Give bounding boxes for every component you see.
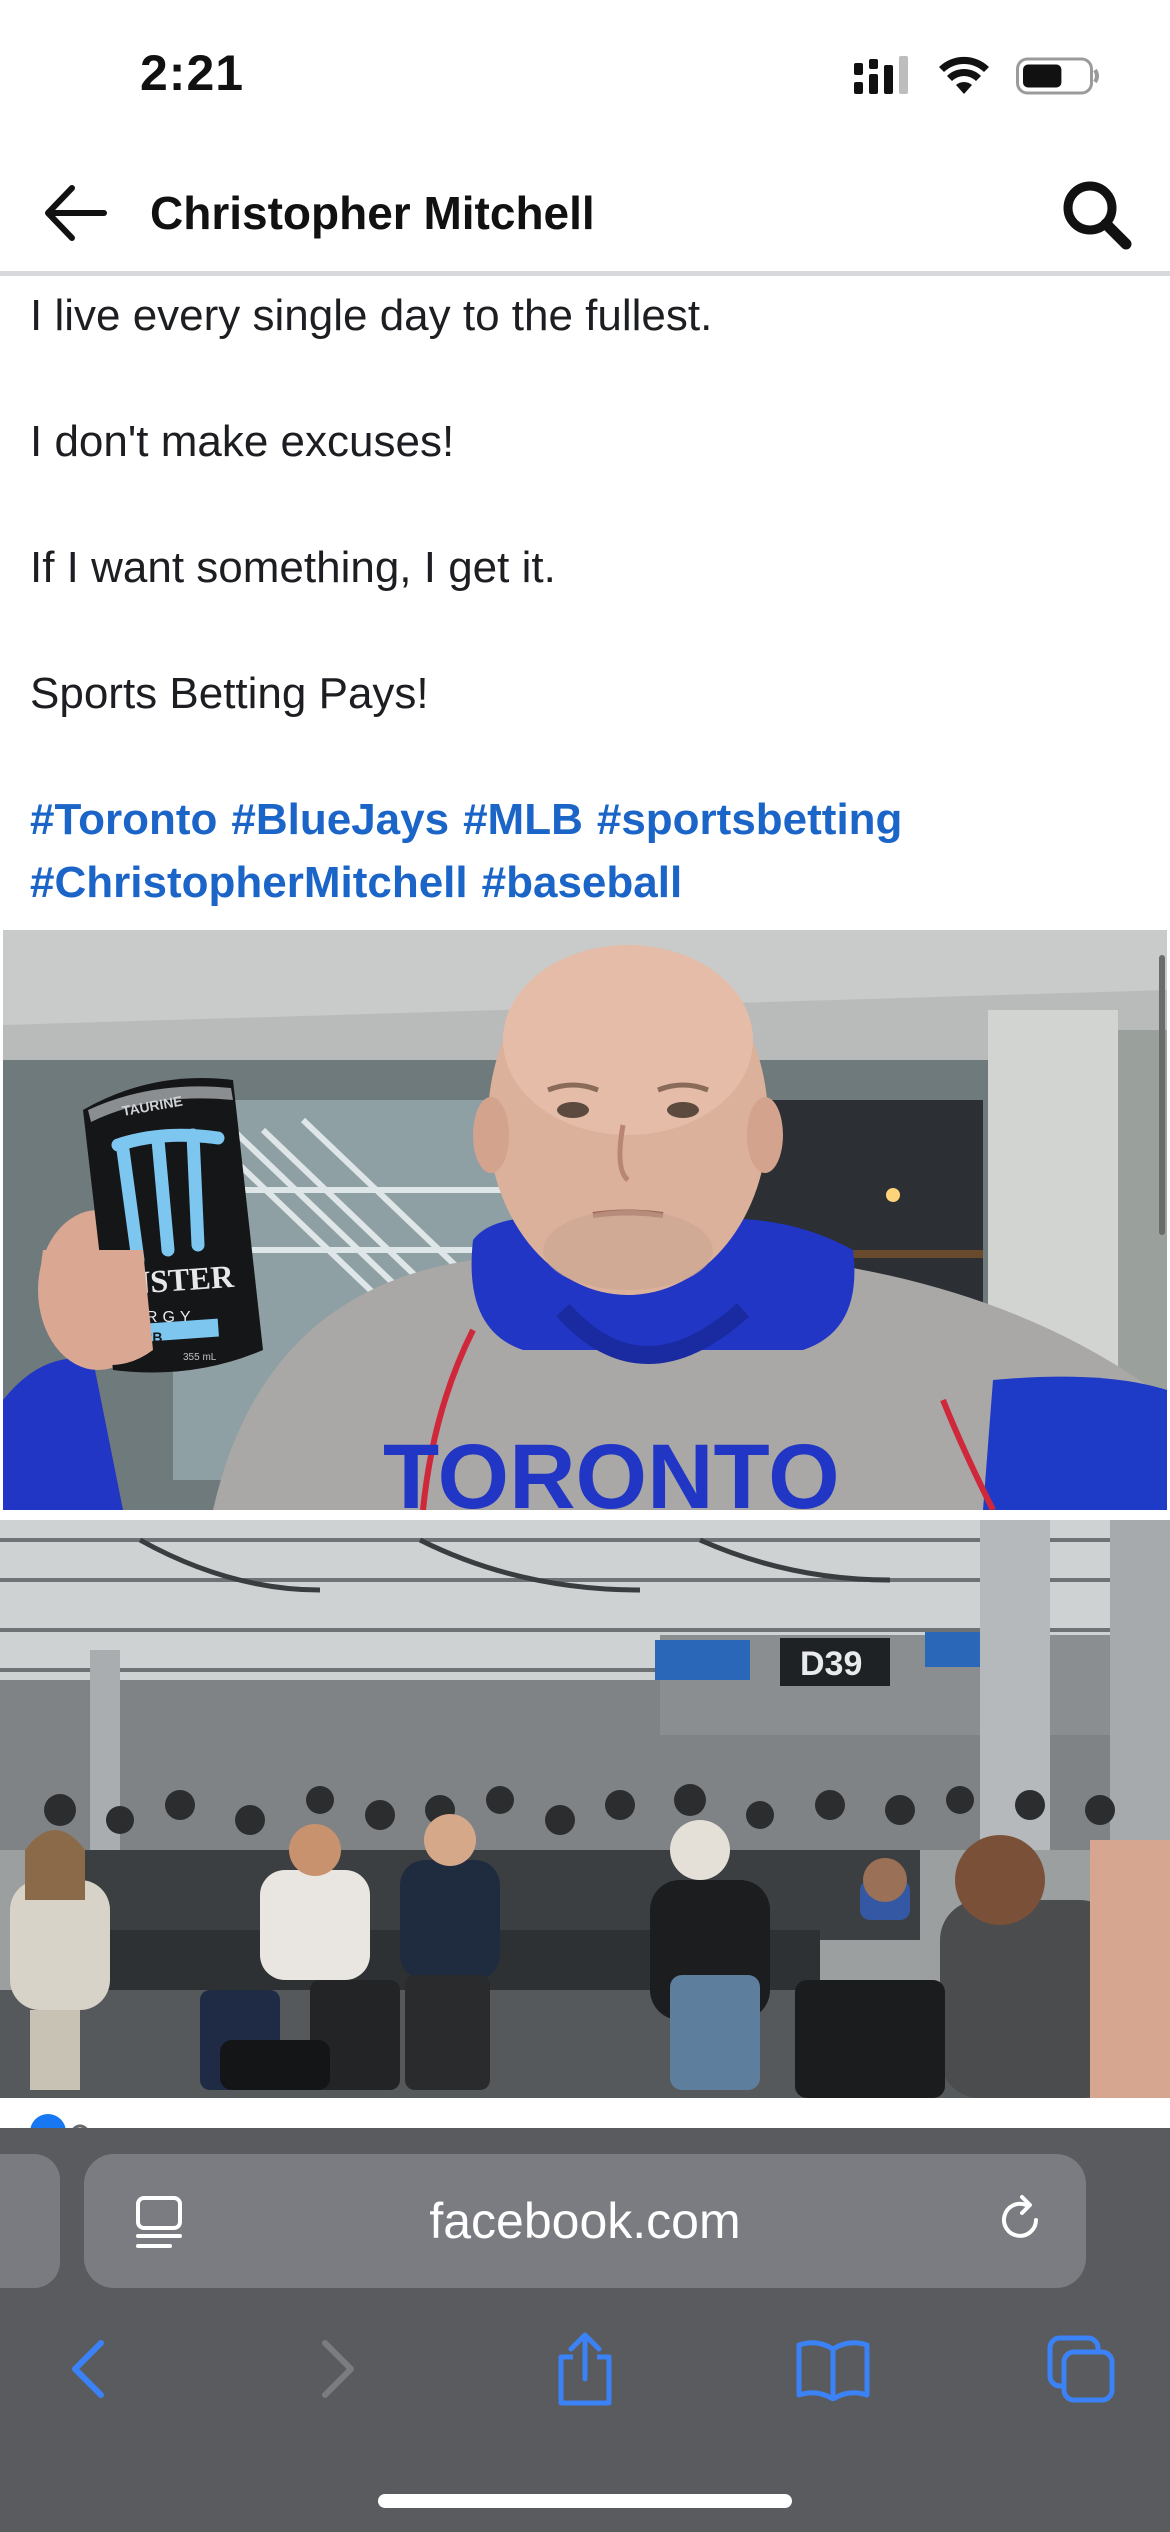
- home-indicator: [378, 2494, 792, 2508]
- browser-forward-button[interactable]: [294, 2324, 384, 2414]
- back-arrow-icon[interactable]: [40, 180, 110, 246]
- battery-icon: [1016, 57, 1099, 95]
- status-time: 2:21: [140, 45, 245, 101]
- post-line: I don't make excuses!: [30, 417, 455, 466]
- status-bar: 2:21: [0, 0, 1170, 150]
- post-text: I live every single day to the fullest. …: [30, 284, 1140, 914]
- post-photo-selfie[interactable]: TORONTO TAURINE MONSTER ENERGY LO-CARB 3…: [3, 930, 1167, 1510]
- post-photo-airport[interactable]: D39: [0, 1520, 1170, 2098]
- hashtag-link[interactable]: #sportsbetting: [597, 795, 903, 844]
- share-button[interactable]: [540, 2324, 630, 2414]
- airport-gate-image: D39: [0, 1520, 1170, 2098]
- gate-sign: D39: [800, 1645, 862, 1683]
- scroll-indicator: [1159, 955, 1165, 1235]
- status-icons: [854, 56, 1100, 96]
- chevron-right-icon: [322, 2340, 354, 2398]
- browser-toolbar: facebook.com: [0, 2128, 1170, 2532]
- page-header: Christopher Mitchell: [0, 150, 1170, 276]
- book-icon: [796, 2340, 870, 2401]
- search-icon[interactable]: [1058, 176, 1134, 252]
- wifi-icon: [939, 56, 989, 94]
- page-title: Christopher Mitchell: [150, 187, 595, 239]
- bookmarks-button[interactable]: [788, 2324, 878, 2414]
- can-size-text: 355 mL: [183, 1352, 217, 1363]
- tabs-button[interactable]: [1036, 2324, 1126, 2414]
- hashtag-link[interactable]: #BlueJays: [231, 795, 449, 844]
- browser-back-button[interactable]: [42, 2324, 132, 2414]
- previous-tab-peek[interactable]: [0, 2154, 60, 2288]
- reload-icon[interactable]: [992, 2192, 1048, 2248]
- hashtag-link[interactable]: #Toronto: [30, 795, 217, 844]
- post-line: Sports Betting Pays!: [30, 669, 429, 718]
- tabs-icon: [1047, 2335, 1115, 2403]
- hashtag-link[interactable]: #MLB: [463, 795, 583, 844]
- selfie-image: TORONTO TAURINE MONSTER ENERGY LO-CARB 3…: [3, 930, 1167, 1510]
- share-icon: [558, 2332, 612, 2406]
- url-text: facebook.com: [429, 2193, 741, 2249]
- hashtag-link[interactable]: #ChristopherMitchell: [30, 858, 468, 907]
- address-bar[interactable]: facebook.com: [84, 2154, 1086, 2288]
- hashtags: #Toronto #BlueJays #MLB #sportsbetting #Chr…: [30, 788, 1140, 914]
- hashtag-link[interactable]: #baseball: [482, 858, 683, 907]
- shirt-text: TORONTO: [383, 1426, 840, 1510]
- chevron-left-icon: [72, 2340, 104, 2398]
- post-line: If I want something, I get it.: [30, 543, 556, 592]
- reactions-bar: [0, 2098, 1170, 2140]
- cellular-signal-icon: [854, 56, 908, 94]
- post-line: I live every single day to the fullest.: [30, 291, 713, 340]
